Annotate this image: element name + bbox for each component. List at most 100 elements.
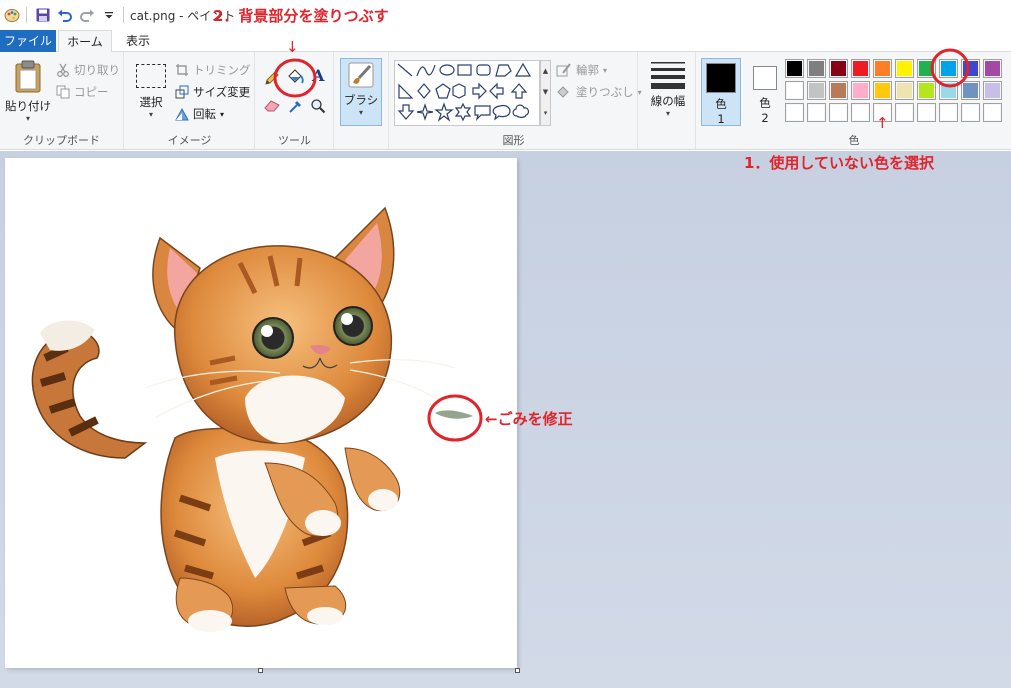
magnifier-icon[interactable] bbox=[310, 98, 326, 117]
paste-label: 貼り付け bbox=[5, 99, 51, 113]
ribbon-tabs: ファイル ホーム 表示 bbox=[0, 30, 1011, 53]
resize-handle-bottom[interactable] bbox=[258, 668, 263, 673]
tab-view[interactable]: 表示 bbox=[115, 30, 161, 52]
shapes-gallery[interactable] bbox=[394, 60, 540, 126]
paint-app-icon[interactable] bbox=[2, 5, 22, 25]
palette-custom-swatch[interactable] bbox=[917, 103, 936, 122]
palette-swatch[interactable] bbox=[785, 81, 804, 100]
copy-button[interactable]: コピー bbox=[56, 84, 109, 100]
annotation-arrow-down: ↓ bbox=[286, 38, 299, 56]
redo-icon[interactable] bbox=[77, 5, 97, 25]
palette-swatch[interactable] bbox=[939, 59, 958, 78]
palette-swatch[interactable] bbox=[873, 81, 892, 100]
undo-icon[interactable] bbox=[55, 5, 75, 25]
right-triangle-shape-icon bbox=[398, 83, 414, 99]
line-width-button[interactable]: 線の幅 ▾ bbox=[643, 58, 693, 126]
tools-group: A ツール bbox=[256, 52, 334, 150]
pencil-icon[interactable] bbox=[264, 70, 280, 89]
swatch-fill bbox=[941, 61, 956, 76]
swatch-fill bbox=[787, 105, 802, 120]
chevron-down-icon: ▾ bbox=[665, 109, 670, 118]
palette-custom-swatch[interactable] bbox=[807, 103, 826, 122]
crop-label: トリミング bbox=[193, 63, 251, 77]
clipboard-icon bbox=[15, 60, 41, 93]
resize-handle-corner[interactable] bbox=[515, 668, 520, 673]
four-point-star-shape-icon bbox=[416, 103, 434, 121]
shapes-gallery-icons bbox=[397, 62, 532, 122]
palette-custom-swatch[interactable] bbox=[785, 103, 804, 122]
palette-custom-swatch[interactable] bbox=[961, 103, 980, 122]
palette-swatch[interactable] bbox=[917, 59, 936, 78]
copy-label: コピー bbox=[74, 85, 109, 99]
palette-swatch[interactable] bbox=[917, 81, 936, 100]
crop-button[interactable]: トリミング bbox=[175, 62, 251, 78]
expand-gallery-icon[interactable]: ▾ bbox=[541, 103, 550, 124]
palette-swatch[interactable] bbox=[895, 81, 914, 100]
resize-label: サイズ変更 bbox=[193, 85, 251, 99]
palette-swatch[interactable] bbox=[807, 59, 826, 78]
swatch-fill bbox=[853, 83, 868, 98]
paste-button[interactable]: 貼り付け ▾ bbox=[4, 56, 52, 128]
swatch-fill bbox=[831, 61, 846, 76]
palette-swatch[interactable] bbox=[939, 81, 958, 100]
tab-home[interactable]: ホーム bbox=[58, 30, 112, 53]
rotate-button[interactable]: 回転 ▾ bbox=[175, 106, 224, 122]
drawing-canvas[interactable] bbox=[5, 158, 517, 668]
title-bar: cat.png - ペイント bbox=[0, 0, 1011, 30]
chevron-down-icon: ▾ bbox=[25, 114, 30, 123]
brushes-button[interactable]: ブラシ ▾ bbox=[340, 58, 382, 126]
color1-label: 色 bbox=[715, 97, 727, 111]
palette-swatch[interactable] bbox=[829, 81, 848, 100]
select-button[interactable]: 選択 ▾ bbox=[131, 56, 171, 128]
scroll-up-icon[interactable]: ▲ bbox=[541, 61, 550, 82]
palette-swatch[interactable] bbox=[785, 59, 804, 78]
palette-custom-swatch[interactable] bbox=[851, 103, 870, 122]
chevron-down-icon: ▾ bbox=[358, 108, 363, 117]
pentagon-shape-icon bbox=[435, 83, 451, 99]
fill-bucket-icon[interactable] bbox=[286, 68, 306, 89]
color2-label: 色 bbox=[759, 96, 771, 110]
palette-custom-swatch[interactable] bbox=[983, 103, 1002, 122]
image-group-label: イメージ bbox=[167, 134, 212, 147]
swatch-fill bbox=[875, 61, 890, 76]
palette-swatch[interactable] bbox=[851, 81, 870, 100]
rotate-label: 回転 bbox=[193, 107, 216, 121]
palette-swatch[interactable] bbox=[851, 59, 870, 78]
palette-swatch[interactable] bbox=[983, 81, 1002, 100]
color1-button[interactable]: 色 1 bbox=[701, 58, 741, 126]
swatch-fill bbox=[963, 83, 978, 98]
palette-custom-swatch[interactable] bbox=[829, 103, 848, 122]
resize-button[interactable]: サイズ変更 bbox=[175, 84, 250, 100]
palette-swatch[interactable] bbox=[873, 59, 892, 78]
text-icon[interactable]: A bbox=[312, 66, 324, 85]
save-icon[interactable] bbox=[33, 5, 53, 25]
palette-swatch[interactable] bbox=[961, 59, 980, 78]
palette-swatch[interactable] bbox=[895, 59, 914, 78]
color-picker-icon[interactable] bbox=[288, 98, 304, 117]
shapes-scrollbar[interactable]: ▲ ▼ ▾ bbox=[540, 60, 551, 126]
palette-custom-swatch[interactable] bbox=[939, 103, 958, 122]
palette-swatch[interactable] bbox=[807, 81, 826, 100]
eraser-icon[interactable] bbox=[264, 98, 280, 115]
shape-fill-icon bbox=[557, 86, 569, 98]
palette-custom-swatch[interactable] bbox=[895, 103, 914, 122]
scroll-down-icon[interactable]: ▼ bbox=[541, 82, 550, 103]
select-label: 選択 bbox=[139, 95, 163, 109]
oval-shape-icon bbox=[439, 64, 455, 76]
palette-swatch[interactable] bbox=[829, 59, 848, 78]
palette-swatch[interactable] bbox=[961, 81, 980, 100]
curve-shape-icon bbox=[416, 64, 436, 77]
ribbon: 貼り付け ▾ 切り取り コピー クリップボード 選択 ▾ トリミング サイズ変更 bbox=[0, 52, 1011, 150]
colors-group-label: 色 bbox=[848, 134, 860, 147]
annotation-arrow-up: ↑ bbox=[876, 114, 889, 132]
color2-button[interactable]: 色 2 bbox=[745, 58, 785, 126]
palette-swatch[interactable] bbox=[983, 59, 1002, 78]
tab-file[interactable]: ファイル bbox=[0, 30, 56, 52]
line-width-icon bbox=[651, 62, 685, 89]
outline-button[interactable]: 輪郭 ▾ bbox=[556, 62, 607, 78]
customize-toolbar-icon[interactable] bbox=[99, 5, 119, 25]
shape-fill-button[interactable]: 塗りつぶし ▾ bbox=[556, 84, 642, 100]
swatch-fill bbox=[831, 105, 846, 120]
copy-icon bbox=[56, 85, 70, 99]
cut-button[interactable]: 切り取り bbox=[56, 62, 120, 78]
